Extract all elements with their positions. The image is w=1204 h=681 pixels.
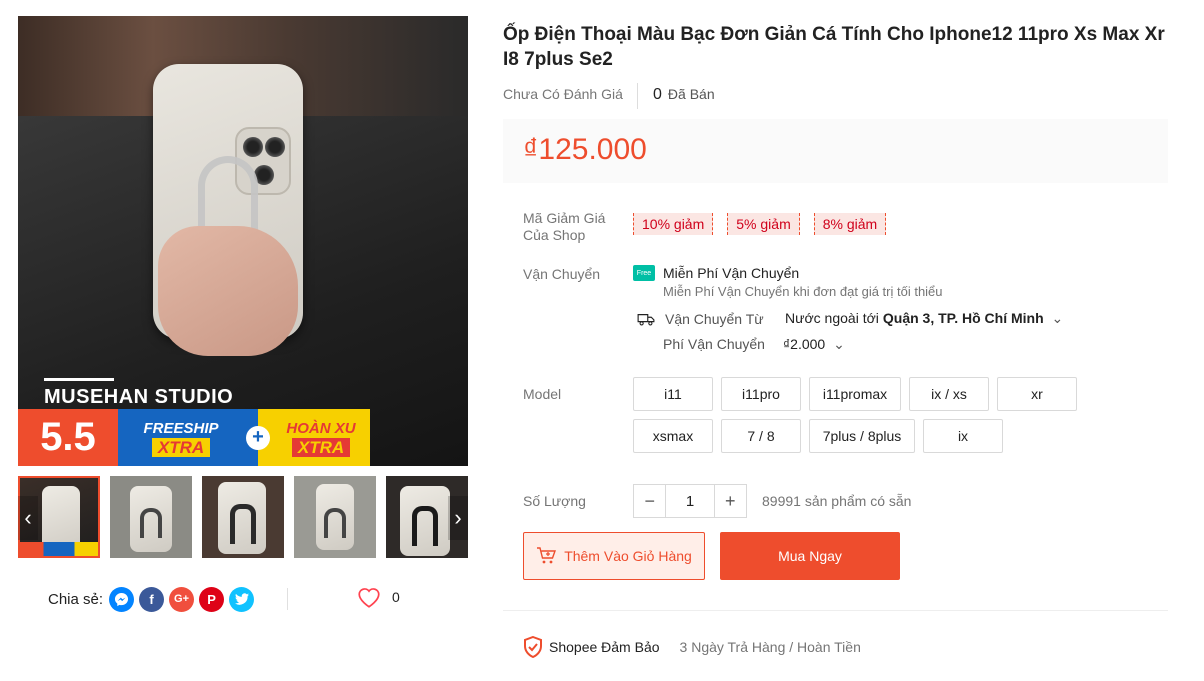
model-option[interactable]: xr xyxy=(997,377,1077,411)
studio-name: MUSEHAN STUDIO xyxy=(44,386,234,408)
ship-destination: Quận 3, TP. Hồ Chí Minh xyxy=(882,310,1044,326)
promo-hoanxu-label: HOÀN XU xyxy=(286,419,356,437)
ship-from-origin: Nước ngoài tới xyxy=(785,310,879,326)
free-shipping: Free Miễn Phí Vận Chuyển xyxy=(633,265,799,281)
price-box: ₫125.000 xyxy=(503,119,1168,183)
promo-freeship: FREESHIP XTRA xyxy=(118,409,244,466)
promo-hoanxu: HOÀN XU XTRA xyxy=(272,409,370,466)
voucher-label-line2: Của Shop xyxy=(523,227,586,243)
chevron-down-icon: ⌄ xyxy=(1051,310,1064,326)
promo-xtra2: XTRA xyxy=(291,437,351,457)
voucher-label: Mã Giảm Giá Của Shop xyxy=(523,210,605,244)
section-divider xyxy=(503,610,1168,611)
pinterest-icon[interactable]: P xyxy=(199,586,225,612)
quantity-input[interactable]: 1 xyxy=(665,485,715,517)
sold-count: 0 xyxy=(653,86,662,103)
voucher-label-line1: Mã Giảm Giá xyxy=(523,210,606,226)
voucher-chip[interactable]: 8% giảm xyxy=(813,213,887,235)
promo-banner: 5.5 FREESHIP XTRA + HOÀN XU XTRA xyxy=(18,409,370,466)
image-lens xyxy=(265,137,285,157)
share-label: Chia sẻ: xyxy=(48,590,104,608)
rating-divider xyxy=(637,83,638,109)
model-label: Model xyxy=(523,386,562,402)
facebook-icon[interactable]: f xyxy=(139,586,165,612)
quantity-minus-button[interactable]: − xyxy=(634,485,665,517)
model-option[interactable]: ix xyxy=(923,419,1003,453)
thumbnail[interactable] xyxy=(110,476,192,558)
quantity-stepper: − 1 + xyxy=(633,484,747,518)
promo-freeship-label: FREESHIP xyxy=(143,419,219,437)
model-option[interactable]: 7 / 8 xyxy=(721,419,801,453)
shopee-guarantee[interactable]: Shopee Đảm Bảo 3 Ngày Trả Hàng / Hoàn Ti… xyxy=(523,636,861,658)
ship-from-row: Vận Chuyển Từ Nước ngoài tới Quận 3, TP. … xyxy=(637,310,1063,327)
shipping-label: Vận Chuyển xyxy=(523,266,601,282)
add-to-cart-label: Thêm Vào Giỏ Hàng xyxy=(564,548,692,564)
voucher-list: 10% giảm 5% giảm 8% giảm xyxy=(633,213,887,235)
ship-fee-label: Phí Vận Chuyển xyxy=(663,336,765,352)
sold-info: 0 Đã Bán xyxy=(653,86,715,104)
quantity-label: Số Lượng xyxy=(523,493,586,509)
model-option[interactable]: i11pro xyxy=(721,377,801,411)
thumbnail-ring xyxy=(140,508,162,538)
model-option[interactable]: i11 xyxy=(633,377,713,411)
image-hand xyxy=(158,226,298,356)
quantity-plus-button[interactable]: + xyxy=(715,485,746,517)
messenger-icon[interactable] xyxy=(109,586,135,612)
plus-icon: + xyxy=(246,425,270,450)
twitter-icon[interactable] xyxy=(229,586,255,612)
rating-text[interactable]: Chưa Có Đánh Giá xyxy=(503,86,623,102)
promo-xtra: XTRA xyxy=(151,437,211,457)
ship-fee-row: Phí Vận Chuyển ₫2.000 ⌄ xyxy=(663,336,845,353)
favorite-count: 0 xyxy=(392,589,400,605)
favorite-button[interactable]: 0 xyxy=(356,586,400,608)
thumbnail-prev-arrow[interactable]: ‹ xyxy=(18,496,38,540)
thumbnail-ring xyxy=(412,506,438,546)
model-option[interactable]: ix / xs xyxy=(909,377,989,411)
heart-icon[interactable] xyxy=(356,586,382,608)
promo-plus: + xyxy=(244,409,272,466)
product-title: Ốp Điện Thoại Màu Bạc Đơn Giản Cá Tính C… xyxy=(503,24,1165,70)
product-page: MUSEHAN STUDIO 5.5 FREESHIP XTRA + HOÀN … xyxy=(0,0,1204,681)
thumbnail-ring xyxy=(230,504,256,544)
ship-from-label: Vận Chuyển Từ xyxy=(665,310,764,327)
free-shipping-icon: Free xyxy=(633,265,655,281)
ship-fee-amount: ₫2.000 xyxy=(783,336,826,352)
promo-sale: 5.5 xyxy=(18,409,118,466)
chevron-down-icon: ⌄ xyxy=(833,336,845,352)
free-shipping-title: Miễn Phí Vận Chuyển xyxy=(663,265,800,281)
model-option[interactable]: 7plus / 8plus xyxy=(809,419,915,453)
free-shipping-subtitle: Miễn Phí Vận Chuyển khi đơn đạt giá trị … xyxy=(663,284,943,299)
main-product-image[interactable]: MUSEHAN STUDIO 5.5 FREESHIP XTRA + HOÀN … xyxy=(18,16,468,466)
thumbnail[interactable] xyxy=(202,476,284,558)
truck-icon xyxy=(637,313,655,325)
guarantee-text: 3 Ngày Trả Hàng / Hoàn Tiền xyxy=(679,639,861,655)
thumbnail-ring xyxy=(324,508,346,538)
voucher-chip[interactable]: 5% giảm xyxy=(727,213,800,235)
stock-info: 89991 sản phẩm có sẵn xyxy=(762,493,912,509)
shield-icon xyxy=(524,636,542,658)
share-divider xyxy=(287,588,288,610)
add-to-cart-button[interactable]: Thêm Vào Giỏ Hàng xyxy=(523,532,705,580)
sold-label: Đã Bán xyxy=(667,86,715,102)
buy-now-button[interactable]: Mua Ngay xyxy=(720,532,900,580)
google-plus-icon[interactable]: G+ xyxy=(169,586,195,612)
cart-icon xyxy=(537,547,557,564)
ship-from-value[interactable]: Nước ngoài tới Quận 3, TP. Hồ Chí Minh ⌄ xyxy=(785,310,1063,327)
thumbnail[interactable] xyxy=(294,476,376,558)
model-option[interactable]: xsmax xyxy=(633,419,713,453)
product-price: ₫125.000 xyxy=(523,133,647,166)
ship-fee-value[interactable]: ₫2.000 ⌄ xyxy=(783,336,845,353)
model-option[interactable]: i11promax xyxy=(809,377,901,411)
thumbnail-strip xyxy=(18,476,468,558)
voucher-chip[interactable]: 10% giảm xyxy=(633,213,714,235)
thumbnail-promo xyxy=(20,542,98,556)
image-lens xyxy=(243,137,263,157)
studio-underline xyxy=(44,378,114,381)
share-row: Chia sẻ: f G+ P xyxy=(48,586,255,612)
thumbnail-next-arrow[interactable]: › xyxy=(448,496,468,540)
guarantee-title: Shopee Đảm Bảo xyxy=(549,639,660,655)
